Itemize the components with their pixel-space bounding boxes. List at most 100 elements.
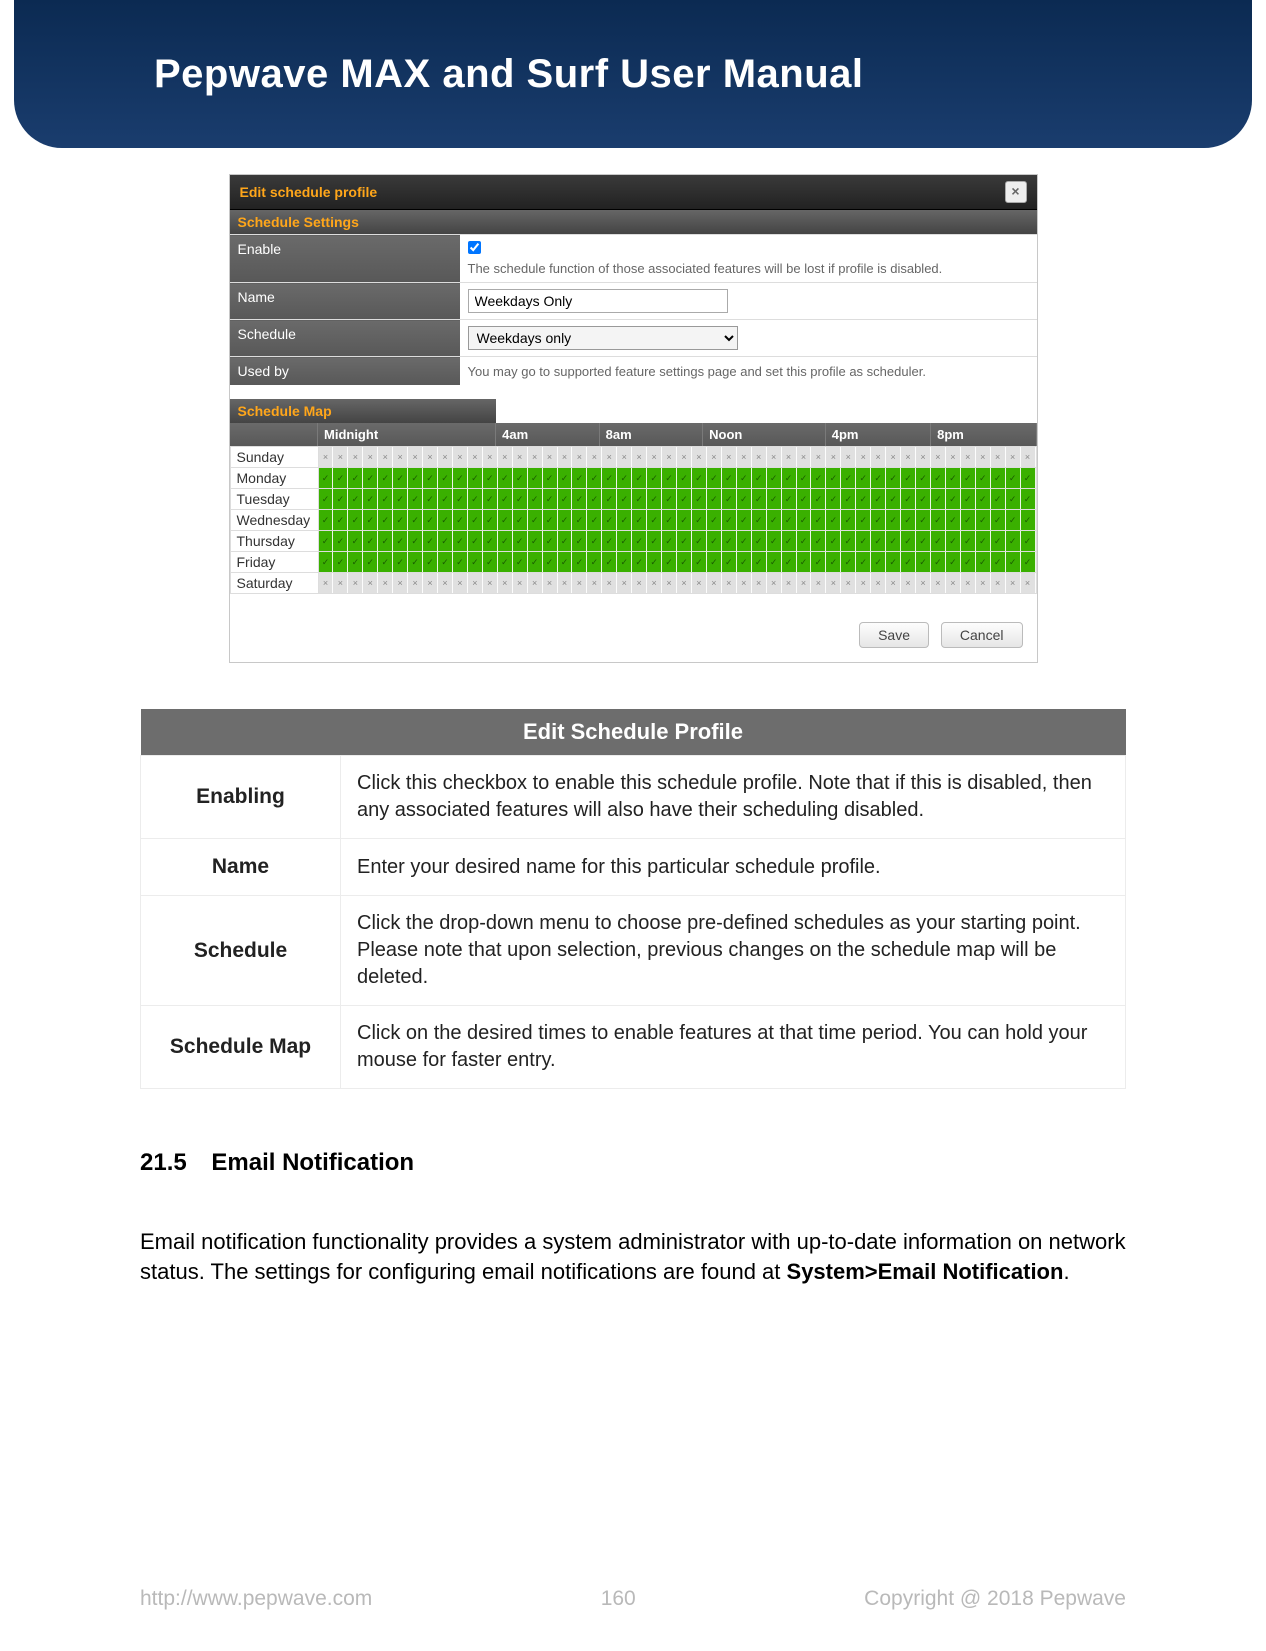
- schedule-cell[interactable]: [737, 447, 752, 467]
- schedule-cell[interactable]: [513, 510, 528, 530]
- schedule-cell[interactable]: [916, 447, 931, 467]
- schedule-cell[interactable]: [408, 573, 423, 593]
- schedule-cell[interactable]: [707, 489, 722, 509]
- schedule-cell[interactable]: [737, 573, 752, 593]
- schedule-cell[interactable]: [348, 489, 363, 509]
- schedule-cell[interactable]: [587, 510, 602, 530]
- schedule-cell[interactable]: [587, 468, 602, 488]
- schedule-cell[interactable]: [916, 510, 931, 530]
- schedule-cell[interactable]: [572, 510, 587, 530]
- schedule-cell[interactable]: [722, 552, 737, 572]
- schedule-cell[interactable]: [319, 531, 334, 551]
- schedule-cell[interactable]: [378, 573, 393, 593]
- schedule-cell[interactable]: [438, 573, 453, 593]
- schedule-cell[interactable]: [498, 510, 513, 530]
- schedule-cell[interactable]: [976, 447, 991, 467]
- schedule-cell[interactable]: [811, 573, 826, 593]
- schedule-cell[interactable]: [647, 552, 662, 572]
- schedule-cell[interactable]: [901, 552, 916, 572]
- schedule-cell[interactable]: [602, 447, 617, 467]
- schedule-cell[interactable]: [916, 468, 931, 488]
- schedule-cell[interactable]: [348, 531, 363, 551]
- name-input[interactable]: [468, 289, 728, 313]
- schedule-cell[interactable]: [333, 531, 348, 551]
- schedule-cell[interactable]: [348, 468, 363, 488]
- schedule-cell[interactable]: [976, 489, 991, 509]
- schedule-cell[interactable]: [393, 489, 408, 509]
- schedule-cell[interactable]: [617, 510, 632, 530]
- schedule-cell[interactable]: [543, 468, 558, 488]
- schedule-cell[interactable]: [737, 510, 752, 530]
- schedule-cell[interactable]: [543, 573, 558, 593]
- schedule-cell[interactable]: [737, 531, 752, 551]
- schedule-cell[interactable]: [423, 531, 438, 551]
- schedule-cell[interactable]: [976, 552, 991, 572]
- schedule-cell[interactable]: [587, 489, 602, 509]
- schedule-cell[interactable]: [662, 447, 677, 467]
- schedule-cell[interactable]: [1006, 552, 1021, 572]
- schedule-cell[interactable]: [752, 489, 767, 509]
- schedule-cell[interactable]: [797, 510, 812, 530]
- schedule-cell[interactable]: [797, 573, 812, 593]
- schedule-cell[interactable]: [692, 468, 707, 488]
- schedule-cell[interactable]: [423, 489, 438, 509]
- schedule-cell[interactable]: [483, 552, 498, 572]
- schedule-cell[interactable]: [976, 573, 991, 593]
- schedule-cell[interactable]: [498, 489, 513, 509]
- schedule-cell[interactable]: [931, 552, 946, 572]
- schedule-cell[interactable]: [991, 573, 1006, 593]
- schedule-cell[interactable]: [782, 468, 797, 488]
- schedule-cell[interactable]: [483, 489, 498, 509]
- schedule-cell[interactable]: [767, 552, 782, 572]
- schedule-cell[interactable]: [961, 468, 976, 488]
- schedule-cell[interactable]: [991, 510, 1006, 530]
- schedule-cell[interactable]: [348, 510, 363, 530]
- schedule-cell[interactable]: [528, 552, 543, 572]
- schedule-cell[interactable]: [363, 552, 378, 572]
- schedule-cell[interactable]: [946, 468, 961, 488]
- schedule-cell[interactable]: [692, 552, 707, 572]
- schedule-cell[interactable]: [572, 447, 587, 467]
- schedule-cell[interactable]: [647, 489, 662, 509]
- schedule-cell[interactable]: [378, 531, 393, 551]
- schedule-cell[interactable]: [348, 552, 363, 572]
- schedule-cell[interactable]: [797, 468, 812, 488]
- schedule-cell[interactable]: [856, 447, 871, 467]
- schedule-cell[interactable]: [886, 531, 901, 551]
- schedule-cell[interactable]: [752, 468, 767, 488]
- schedule-cell[interactable]: [408, 468, 423, 488]
- schedule-cell[interactable]: [841, 573, 856, 593]
- schedule-cell[interactable]: [363, 447, 378, 467]
- schedule-cell[interactable]: [468, 489, 483, 509]
- schedule-cell[interactable]: [378, 510, 393, 530]
- schedule-cell[interactable]: [871, 510, 886, 530]
- schedule-cell[interactable]: [797, 489, 812, 509]
- schedule-cell[interactable]: [333, 468, 348, 488]
- schedule-cell[interactable]: [587, 552, 602, 572]
- schedule-cell[interactable]: [916, 573, 931, 593]
- schedule-cell[interactable]: [841, 447, 856, 467]
- schedule-cell[interactable]: [677, 468, 692, 488]
- schedule-cell[interactable]: [348, 573, 363, 593]
- schedule-cell[interactable]: [767, 510, 782, 530]
- schedule-cell[interactable]: [602, 489, 617, 509]
- schedule-cell[interactable]: [991, 447, 1006, 467]
- schedule-cell[interactable]: [453, 531, 468, 551]
- schedule-cell[interactable]: [856, 510, 871, 530]
- schedule-cell[interactable]: [647, 531, 662, 551]
- schedule-cell[interactable]: [961, 552, 976, 572]
- schedule-cell[interactable]: [797, 447, 812, 467]
- schedule-cell[interactable]: [483, 531, 498, 551]
- schedule-cell[interactable]: [916, 552, 931, 572]
- schedule-cell[interactable]: [617, 447, 632, 467]
- schedule-cell[interactable]: [528, 573, 543, 593]
- schedule-cell[interactable]: [453, 468, 468, 488]
- schedule-cell[interactable]: [811, 510, 826, 530]
- schedule-cell[interactable]: [617, 573, 632, 593]
- schedule-cell[interactable]: [363, 510, 378, 530]
- schedule-cell[interactable]: [483, 447, 498, 467]
- schedule-cell[interactable]: [1006, 510, 1021, 530]
- schedule-cell[interactable]: [558, 510, 573, 530]
- schedule-cell[interactable]: [498, 552, 513, 572]
- schedule-cell[interactable]: [886, 552, 901, 572]
